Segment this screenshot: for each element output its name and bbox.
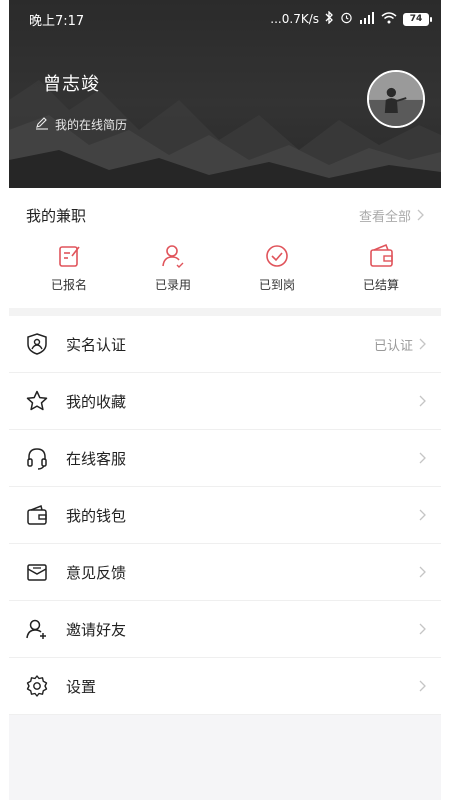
job-status-on-duty[interactable]: 已到岗 [227, 242, 327, 293]
profile-header: 晚上7:17 ...0.7K/s 74 曾志竣 我的在线简历 [9, 0, 441, 188]
menu-item-customer-service[interactable]: 在线客服 [9, 430, 441, 487]
my-jobs-section: 我的兼职 查看全部 已报名 已录用 已到岗 已结算 [9, 188, 441, 308]
view-all-link[interactable]: 查看全部 [359, 206, 425, 225]
menu-item-wallet[interactable]: 我的钱包 [9, 487, 441, 544]
menu-item-label: 实名认证 [66, 335, 127, 354]
resume-link[interactable]: 我的在线简历 [35, 116, 127, 133]
job-status-settled[interactable]: 已结算 [331, 242, 431, 293]
job-status-label: 已报名 [50, 278, 87, 292]
user-name: 曾志竣 [43, 74, 100, 95]
alarm-icon [340, 11, 353, 27]
menu-item-settings[interactable]: 设置 [9, 658, 441, 715]
battery-icon: 74 [403, 12, 432, 26]
star-icon [26, 390, 48, 411]
status-icons: ...0.7K/s 74 [270, 10, 432, 27]
chevron-right-icon [419, 509, 426, 521]
avatar[interactable] [367, 70, 425, 128]
headset-icon [27, 448, 47, 470]
on-duty-icon [266, 245, 288, 267]
verified-status: 已认证 [373, 338, 413, 354]
network-speed: ...0.7K/s [270, 12, 319, 26]
feedback-mail-icon [27, 564, 47, 581]
wallet-icon [27, 504, 47, 525]
job-status-hired[interactable]: 已录用 [123, 242, 223, 293]
my-jobs-header: 我的兼职 查看全部 [9, 188, 441, 242]
menu-item-real-name-auth[interactable]: 实名认证 已认证 [9, 316, 441, 373]
invite-user-icon [26, 619, 46, 639]
edit-pencil-icon [35, 116, 49, 133]
menu-item-favorites[interactable]: 我的收藏 [9, 373, 441, 430]
shield-verify-icon [27, 333, 47, 355]
job-status-signed-up[interactable]: 已报名 [19, 242, 119, 293]
signal-icon [359, 11, 375, 27]
job-status-label: 已录用 [154, 278, 191, 292]
app-screen: 晚上7:17 ...0.7K/s 74 曾志竣 我的在线简历 我的兼职 查看全部… [9, 0, 441, 800]
menu-item-feedback[interactable]: 意见反馈 [9, 544, 441, 601]
menu-item-label: 邀请好友 [66, 620, 127, 639]
menu-item-invite-friends[interactable]: 邀请好友 [9, 601, 441, 658]
signup-icon [59, 246, 80, 267]
job-status-label: 已到岗 [258, 278, 295, 292]
job-status-label: 已结算 [362, 278, 399, 292]
wallet-settled-icon [370, 243, 393, 267]
menu-item-label: 意见反馈 [66, 563, 127, 582]
resume-link-label: 我的在线简历 [55, 118, 128, 132]
chevron-right-icon [419, 680, 426, 692]
menu-item-label: 在线客服 [66, 449, 127, 468]
status-time: 晚上7:17 [29, 13, 85, 29]
chevron-right-icon [419, 452, 426, 464]
menu-list: 实名认证 已认证 我的收藏 在线客服 我的钱包 意见反馈 邀请好友 设置 [9, 316, 441, 715]
section-divider [9, 308, 441, 316]
bluetooth-icon [325, 10, 334, 27]
chevron-right-icon [417, 209, 424, 221]
chevron-right-icon [419, 566, 426, 578]
chevron-right-icon [419, 395, 426, 407]
hired-icon [162, 245, 184, 268]
menu-item-label: 我的钱包 [66, 506, 127, 525]
status-bar: 晚上7:17 ...0.7K/s 74 [9, 0, 441, 38]
my-jobs-title: 我的兼职 [26, 206, 87, 225]
menu-item-label: 设置 [66, 677, 97, 696]
menu-item-label: 我的收藏 [66, 392, 127, 411]
chevron-right-icon [419, 338, 426, 350]
wifi-icon [381, 11, 397, 27]
job-status-row: 已报名 已录用 已到岗 已结算 [9, 242, 441, 293]
chevron-right-icon [419, 623, 426, 635]
view-all-label: 查看全部 [358, 209, 411, 225]
settings-gear-icon [26, 675, 48, 697]
